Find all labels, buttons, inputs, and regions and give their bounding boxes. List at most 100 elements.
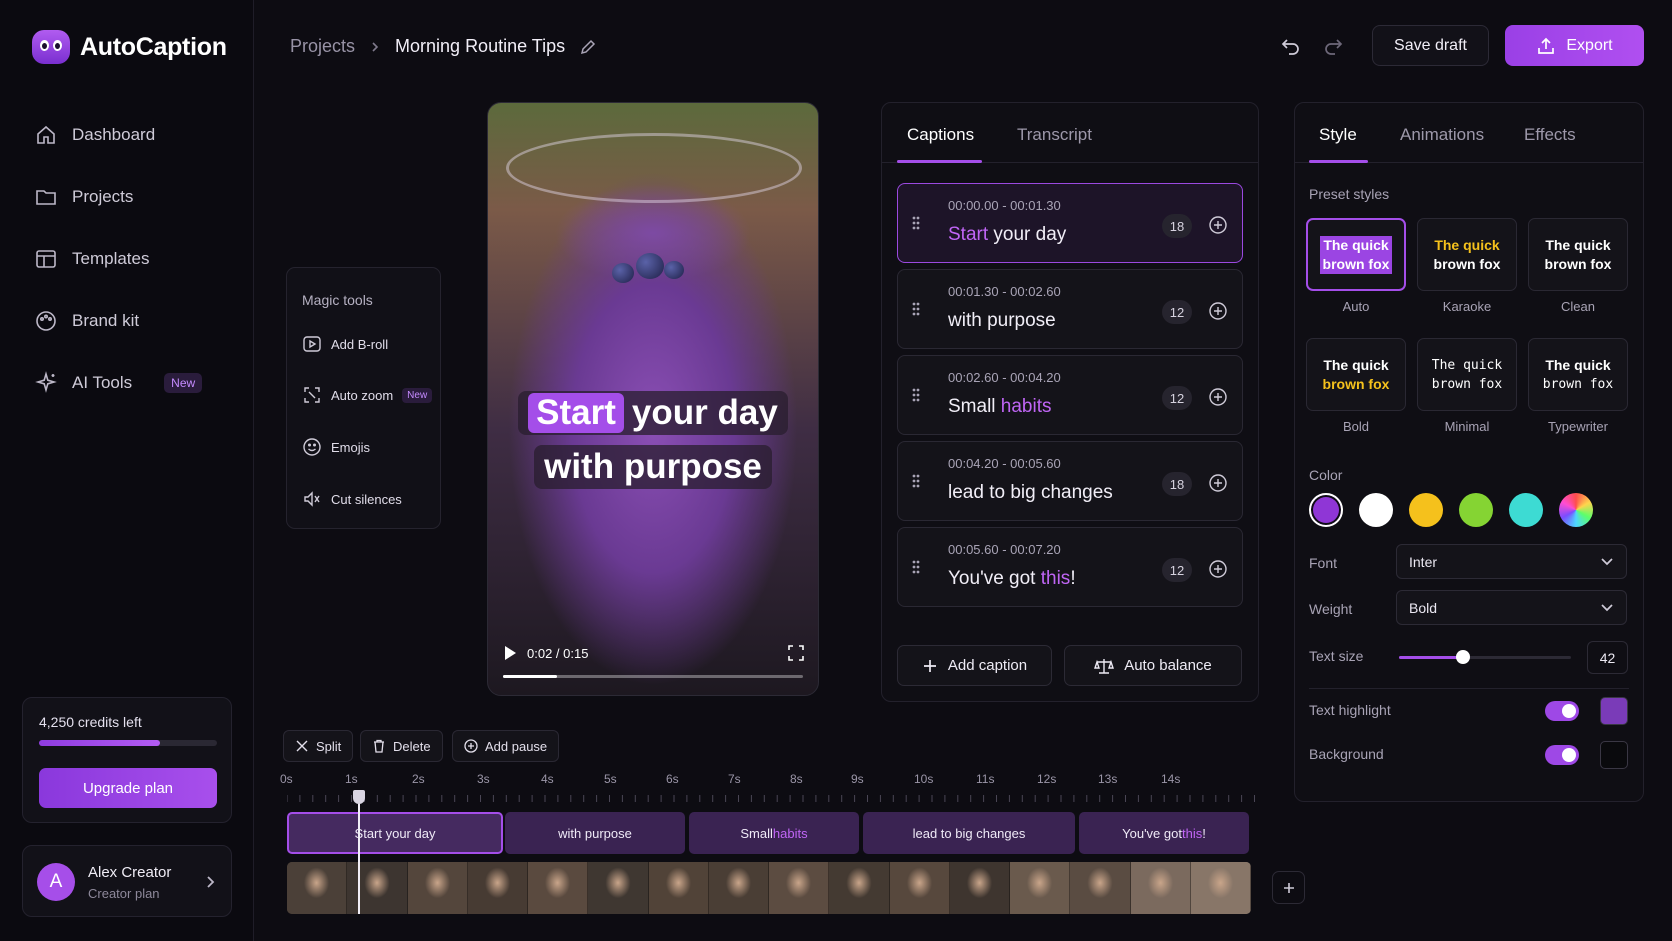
preset-auto[interactable]: The quick brown fox	[1306, 218, 1406, 291]
preset-typewriter[interactable]: The quick brown fox	[1528, 338, 1628, 411]
text-size-slider-knob[interactable]	[1455, 650, 1470, 664]
caption-highlight-word: Start	[948, 224, 989, 245]
playhead[interactable]	[358, 790, 360, 914]
add-b-roll-tool[interactable]: Add B-roll	[302, 334, 388, 354]
video-filmstrip[interactable]	[287, 862, 1251, 914]
add-circle-icon[interactable]	[1208, 559, 1228, 579]
caption-text[interactable]: with purpose	[948, 310, 1056, 332]
auto-balance-button[interactable]: Auto balance	[1064, 645, 1242, 686]
timeline-clip[interactable]: You've got this!	[1079, 812, 1249, 854]
add-circle-icon[interactable]	[1208, 387, 1228, 407]
user-card[interactable]: A Alex Creator Creator plan	[22, 845, 232, 917]
color-picker-icon[interactable]	[1559, 493, 1593, 527]
add-pause-button[interactable]: Add pause	[452, 730, 560, 762]
timeline-clip[interactable]: with purpose	[505, 812, 685, 854]
drag-handle-icon[interactable]	[911, 473, 921, 489]
caption-text[interactable]: lead to big changes	[948, 482, 1113, 504]
caption-item[interactable]: 00:02.60 - 00:04.20 Small habits 12	[897, 355, 1243, 435]
caption-highlight-word: habits	[1000, 396, 1052, 417]
caption-item[interactable]: 00:01.30 - 00:02.60 with purpose 12	[897, 269, 1243, 349]
emojis-tool[interactable]: Emojis	[302, 437, 370, 457]
color-swatch-cyan[interactable]	[1509, 493, 1543, 527]
tab-transcript[interactable]: Transcript	[1017, 125, 1092, 145]
delete-label: Delete	[393, 738, 431, 754]
tab-style[interactable]: Style	[1319, 125, 1357, 145]
breadcrumb-projects-link[interactable]: Projects	[290, 36, 355, 57]
add-track-button[interactable]	[1272, 871, 1305, 904]
drag-handle-icon[interactable]	[911, 215, 921, 231]
sidebar-item-projects[interactable]: Projects	[34, 185, 133, 209]
drag-handle-icon[interactable]	[911, 387, 921, 403]
filmstrip-frame	[1130, 862, 1191, 914]
add-circle-icon[interactable]	[1208, 215, 1228, 235]
color-swatch-yellow[interactable]	[1409, 493, 1443, 527]
save-draft-button[interactable]: Save draft	[1372, 25, 1489, 66]
sidebar-item-brand-kit[interactable]: Brand kit	[34, 309, 139, 333]
split-button[interactable]: Split	[283, 730, 354, 762]
preset-karaoke[interactable]: The quick brown fox	[1417, 218, 1517, 291]
background-toggle[interactable]	[1545, 745, 1579, 765]
sidebar-item-templates[interactable]: Templates	[34, 247, 149, 271]
caption-rest: your day	[988, 224, 1067, 245]
video-preview[interactable]: Start your day with purpose 0:02 / 0:15	[487, 102, 819, 696]
preset-clean[interactable]: The quick brown fox	[1528, 218, 1628, 291]
play-icon[interactable]	[503, 645, 517, 661]
tab-captions[interactable]: Captions	[907, 125, 974, 145]
smiley-icon	[303, 438, 321, 456]
drag-handle-icon[interactable]	[911, 301, 921, 317]
delete-button[interactable]: Delete	[360, 730, 443, 762]
auto-zoom-tool[interactable]: Auto zoom New	[302, 385, 433, 405]
caption-text[interactable]: Small habits	[948, 396, 1052, 418]
sparkles-icon	[35, 371, 57, 393]
add-circle-icon[interactable]	[1208, 301, 1228, 321]
preset-bold[interactable]: The quick brown fox	[1306, 338, 1406, 411]
cut-silences-tool[interactable]: Cut silences	[302, 489, 402, 509]
app-logo[interactable]: AutoCaption	[32, 30, 227, 64]
fullscreen-icon[interactable]	[788, 645, 804, 661]
caption-item[interactable]: 00:00.00 - 00:01.30 Start your day 18	[897, 183, 1243, 263]
tab-animations[interactable]: Animations	[1400, 125, 1484, 145]
highlight-color-box[interactable]	[1600, 697, 1628, 725]
caption-item[interactable]: 00:05.60 - 00:07.20 You've got this! 12	[897, 527, 1243, 607]
timeline-ruler[interactable]	[287, 792, 1255, 802]
background-color-box[interactable]	[1600, 741, 1628, 769]
video-progress-bar[interactable]	[503, 675, 803, 678]
export-button[interactable]: Export	[1505, 25, 1644, 66]
color-swatch-green[interactable]	[1459, 493, 1493, 527]
weight-select[interactable]: Bold	[1396, 590, 1627, 625]
timeline-clip[interactable]: Start your day	[287, 812, 503, 854]
text-size-input[interactable]: 42	[1587, 641, 1628, 674]
add-circle-icon[interactable]	[1208, 473, 1228, 493]
redo-icon[interactable]	[1322, 35, 1344, 57]
timeline-clip[interactable]: Small habits	[689, 812, 859, 854]
preset-name: Bold	[1342, 419, 1370, 434]
color-swatch-white[interactable]	[1359, 493, 1393, 527]
preset-name: Auto	[1342, 299, 1370, 314]
preset-preview-line2: brown fox	[1322, 375, 1390, 392]
undo-icon[interactable]	[1280, 35, 1302, 57]
timeline-tick-label: 0s	[280, 772, 293, 786]
add-caption-button[interactable]: Add caption	[897, 645, 1052, 686]
preset-preview-line2: brown fox	[1542, 376, 1614, 392]
caption-text[interactable]: Start your day	[948, 224, 1066, 246]
preset-minimal[interactable]: The quick brown fox	[1417, 338, 1517, 411]
split-label: Split	[316, 738, 342, 754]
preset-preview-line1: The quick	[1434, 236, 1500, 253]
playhead-handle[interactable]	[353, 790, 365, 804]
text-highlight-toggle[interactable]	[1545, 701, 1579, 721]
pencil-icon[interactable]	[579, 38, 597, 56]
upgrade-plan-button[interactable]: Upgrade plan	[39, 768, 217, 808]
timeline-clip[interactable]: lead to big changes	[863, 812, 1075, 854]
sidebar-item-label: Templates	[72, 249, 150, 268]
sidebar-item-dashboard[interactable]: Dashboard	[34, 123, 155, 147]
text-size-slider[interactable]	[1399, 650, 1571, 664]
sidebar-item-ai-tools[interactable]: AI Tools New	[34, 371, 203, 395]
font-select[interactable]: Inter	[1396, 544, 1627, 579]
drag-handle-icon[interactable]	[911, 559, 921, 575]
filmstrip-frame	[1190, 862, 1251, 914]
credits-text: 4,250 credits left	[39, 714, 142, 730]
caption-text[interactable]: You've got this!	[948, 568, 1076, 590]
tab-effects[interactable]: Effects	[1524, 125, 1576, 145]
caption-item[interactable]: 00:04.20 - 00:05.60 lead to big changes …	[897, 441, 1243, 521]
color-swatch-purple[interactable]	[1309, 493, 1343, 527]
